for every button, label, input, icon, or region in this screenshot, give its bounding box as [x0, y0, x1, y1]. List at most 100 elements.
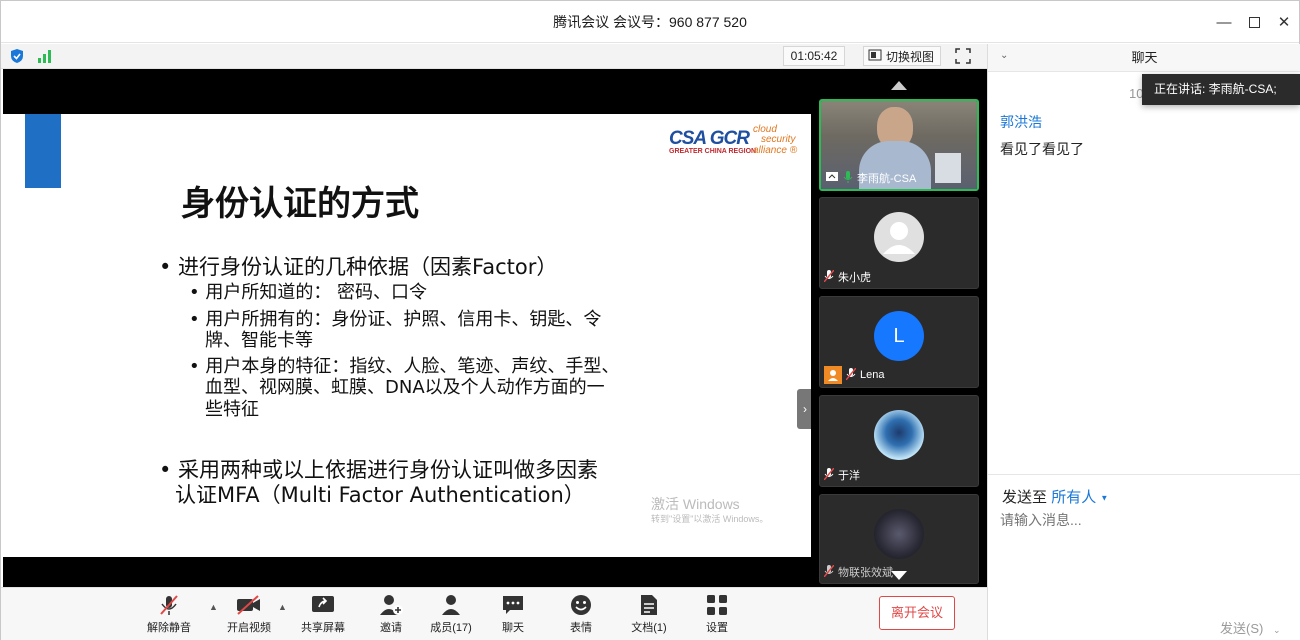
meeting-timer: 01:05:42: [783, 46, 845, 66]
message-sender[interactable]: 郭洪浩: [1000, 112, 1042, 132]
chevron-up-icon[interactable]: ▲: [278, 602, 287, 612]
csa-gcr-logo: CSA GCR GREATER CHINA REGION cloud secur…: [669, 124, 809, 160]
unmute-label: 解除静音: [147, 622, 191, 634]
members-icon: [440, 594, 462, 619]
scroll-down-icon[interactable]: [891, 571, 907, 580]
chat-panel: ⌄ 聊天 10 正在讲话: 李雨航-CSA; 郭洪浩 看见了看见了 发送至 所有…: [987, 44, 1300, 640]
documents-button[interactable]: 文档(1): [621, 594, 677, 635]
signal-icon[interactable]: [37, 49, 53, 68]
meeting-top-bar: 01:05:42 切换视图: [1, 44, 987, 69]
send-button-label: 发送(S): [1220, 621, 1264, 636]
shield-icon[interactable]: [9, 48, 25, 69]
document-icon: [640, 594, 658, 619]
participant-name: 朱小虎: [838, 272, 871, 284]
participant-name: Lena: [860, 369, 885, 381]
muted-microphone-icon: [158, 594, 180, 619]
start-video-button[interactable]: 开启视频: [221, 594, 277, 635]
slide-bullet: • 采用两种或以上依据进行身份认证叫做多因素: [159, 458, 599, 482]
share-screen-icon: [311, 595, 335, 618]
participant-name: 李雨航-CSA: [857, 173, 917, 185]
emoji-button[interactable]: 表情: [553, 594, 609, 635]
avatar: [874, 212, 924, 262]
invite-button[interactable]: 邀请: [363, 594, 419, 635]
send-to-label: 发送至: [1002, 489, 1048, 506]
chat-message-input[interactable]: [1000, 512, 1280, 528]
send-button[interactable]: 发送(S) ⌄: [1220, 618, 1281, 637]
send-to-target: 所有人: [1051, 489, 1097, 506]
chat-header: ⌄ 聊天: [988, 44, 1300, 72]
microphone-icon: [843, 170, 853, 186]
slide-title: 身份认证的方式: [181, 184, 419, 224]
title-bar: 腾讯会议 会议号：960 877 520 — ✕: [1, 1, 1299, 43]
fullscreen-icon[interactable]: [955, 48, 971, 69]
participant-tile[interactable]: 于洋: [819, 395, 979, 487]
send-to-selector[interactable]: 发送至 所有人 ▼: [1002, 486, 1108, 507]
window-title: 腾讯会议 会议号：960 877 520: [553, 14, 747, 30]
participant-tile[interactable]: 李雨航-CSA: [819, 99, 979, 191]
chat-button[interactable]: 聊天: [485, 594, 541, 635]
logo-alliance: alliance ®: [753, 145, 798, 156]
presentation-slide: CSA GCR GREATER CHINA REGION cloud secur…: [3, 114, 811, 557]
leave-meeting-button[interactable]: 离开会议: [879, 596, 955, 630]
avatar: [874, 509, 924, 559]
maximize-icon[interactable]: [1243, 11, 1265, 33]
logo-region: GREATER CHINA REGION: [669, 148, 757, 155]
invite-label: 邀请: [380, 622, 402, 634]
chevron-up-icon[interactable]: ▲: [209, 602, 218, 612]
members-button[interactable]: 成员(17): [423, 594, 479, 635]
scroll-up-icon[interactable]: [891, 81, 907, 90]
minimize-icon[interactable]: —: [1213, 11, 1235, 33]
slide-sub-bullet-cont: 些特征: [205, 399, 259, 420]
slide-bullet-cont: 认证MFA（Multi Factor Authentication）: [175, 483, 585, 507]
speaking-indicator: 正在讲话: 李雨航-CSA;: [1142, 74, 1300, 105]
screen-share-icon: [825, 171, 839, 186]
add-user-icon: [379, 594, 403, 619]
close-icon[interactable]: ✕: [1273, 11, 1295, 33]
meeting-toolbar: 解除静音 ▲ 开启视频 ▲ 共享屏幕 邀请 成员(17) 聊天 表情 文档(1)…: [1, 587, 987, 640]
chat-title: 聊天: [1131, 50, 1158, 65]
settings-label: 设置: [706, 622, 728, 634]
share-screen-label: 共享屏幕: [301, 622, 345, 634]
chevron-right-icon: ›: [803, 402, 807, 416]
chat-label: 聊天: [502, 622, 524, 634]
unmute-button[interactable]: 解除静音: [141, 594, 197, 635]
slide-sub-bullet-cont: 血型、视网膜、虹膜、DNA以及个人动作方面的一: [205, 377, 605, 398]
video-off-icon: [236, 594, 262, 618]
dropdown-caret-icon: ▼: [1100, 493, 1109, 503]
switch-view-button[interactable]: 切换视图: [863, 46, 941, 66]
shared-screen: CSA GCR GREATER CHINA REGION cloud secur…: [3, 69, 813, 587]
avatar: L: [874, 311, 924, 361]
slide-sub-bullet: • 用户所拥有的：身份证、护照、信用卡、钥匙、令: [189, 309, 602, 330]
settings-grid-icon: [706, 594, 728, 619]
muted-microphone-icon: [845, 367, 857, 383]
smiley-icon: [570, 594, 592, 619]
message-text: 看见了看见了: [1000, 141, 1084, 157]
meeting-window: 腾讯会议 会议号：960 877 520 — ✕ 01:05:42 切换视图 C: [0, 0, 1300, 640]
settings-button[interactable]: 设置: [689, 594, 745, 635]
switch-view-label: 切换视图: [886, 49, 935, 64]
members-label: 成员(17): [430, 622, 472, 634]
avatar: [874, 410, 924, 460]
slide-sub-bullet: • 用户所知道的： 密码、口令: [189, 282, 428, 303]
participant-name: 于洋: [838, 470, 860, 482]
windows-activation-watermark: 激活 Windows: [651, 496, 740, 512]
windows-activation-hint: 转到"设置"以激活 Windows。: [651, 514, 769, 524]
documents-label: 文档(1): [631, 622, 667, 634]
participant-name: 物联张效斌: [838, 567, 893, 579]
slide-bullet: • 进行身份认证的几种依据（因素Factor）: [159, 255, 558, 279]
slide-sub-bullet-cont: 牌、智能卡等: [205, 330, 313, 351]
participant-gallery: 李雨航-CSA 朱小虎 L Lena 于洋 物联张效斌: [811, 69, 987, 587]
muted-microphone-icon: [823, 269, 835, 285]
chat-divider: [988, 474, 1300, 475]
participant-tile[interactable]: 朱小虎: [819, 197, 979, 289]
grid-view-icon: [868, 49, 882, 64]
host-icon: [824, 366, 842, 384]
slide-accent-bar: [25, 114, 61, 188]
chat-bubble-icon: [502, 594, 524, 619]
chevron-down-icon: ⌄: [1272, 625, 1281, 635]
slide-sub-bullet: • 用户本身的特征：指纹、人脸、笔迹、声纹、手型、: [189, 356, 620, 377]
logo-brand: CSA GCR: [669, 128, 750, 149]
share-screen-button[interactable]: 共享屏幕: [295, 594, 351, 635]
muted-microphone-icon: [823, 467, 835, 483]
participant-tile[interactable]: L Lena: [819, 296, 979, 388]
